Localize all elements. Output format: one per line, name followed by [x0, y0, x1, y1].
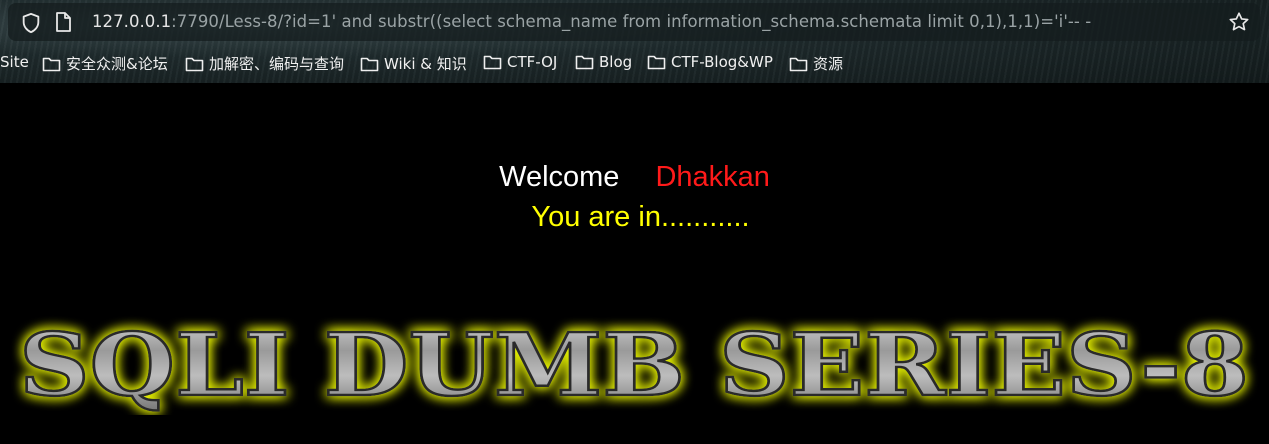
folder-icon: [42, 57, 61, 71]
status-text: You are in...........: [531, 201, 750, 233]
shield-icon[interactable]: [20, 12, 42, 34]
bookmark-folder-resources[interactable]: 资源: [789, 53, 843, 74]
bookmark-folder-crypto[interactable]: 加解密、编码与查询: [185, 53, 344, 74]
bookmark-label: Blog: [599, 53, 633, 71]
sqli-dumb-series-banner: SQLI DUMB SERIES-8: [18, 315, 1251, 415]
welcome-text: Welcome: [499, 161, 620, 193]
bookmark-folder-wiki[interactable]: Wiki & 知识: [360, 53, 467, 74]
folder-icon: [360, 57, 379, 71]
banner-text: SQLI DUMB SERIES-8: [19, 315, 1249, 415]
bookmark-folder-security[interactable]: 安全众测&论坛: [42, 53, 168, 74]
bookmark-label: 资源: [813, 55, 844, 73]
url-host: 127.0.0.1: [92, 12, 172, 31]
folder-icon: [789, 57, 808, 71]
bookmark-label: 安全众测&论坛: [66, 55, 168, 73]
page-content: Welcome Dhakkan You are in........... SQL…: [0, 83, 1269, 444]
bookmark-label: 加解密、编码与查询: [209, 55, 345, 73]
url-text[interactable]: 127.0.0.1:7790/Less-8/?id=1' and substr(…: [92, 12, 1091, 31]
bookmark-label: CTF-Blog&WP: [671, 53, 773, 71]
bookmark-folder-blog[interactable]: Blog: [575, 53, 632, 71]
folder-icon: [483, 55, 502, 70]
url-path: :7790/Less-8/?id=1' and substr((select s…: [171, 12, 1092, 31]
user-name: Dhakkan: [655, 161, 770, 193]
folder-icon: [575, 55, 594, 70]
page-icon: [56, 12, 71, 32]
address-bar[interactable]: 127.0.0.1:7790/Less-8/?id=1' and substr(…: [8, 3, 1260, 41]
bookmark-site[interactable]: Site: [0, 53, 29, 71]
bookmarks-bar: Site 安全众测&论坛 加解密、编码与查询 Wiki & 知识 CTF-OJ …: [0, 46, 1269, 80]
welcome-line: Welcome Dhakkan: [0, 161, 1269, 194]
bookmark-folder-ctf-blog-wp[interactable]: CTF-Blog&WP: [647, 53, 773, 71]
bookmark-label: Wiki & 知识: [384, 55, 467, 73]
folder-icon: [647, 55, 666, 70]
bookmark-label: CTF-OJ: [507, 53, 558, 71]
star-icon[interactable]: [1228, 11, 1250, 33]
bookmark-folder-ctf-oj[interactable]: CTF-OJ: [483, 53, 557, 71]
bookmark-label: Site: [0, 53, 29, 71]
folder-icon: [185, 57, 204, 71]
browser-chrome: 127.0.0.1:7790/Less-8/?id=1' and substr(…: [0, 0, 1269, 83]
